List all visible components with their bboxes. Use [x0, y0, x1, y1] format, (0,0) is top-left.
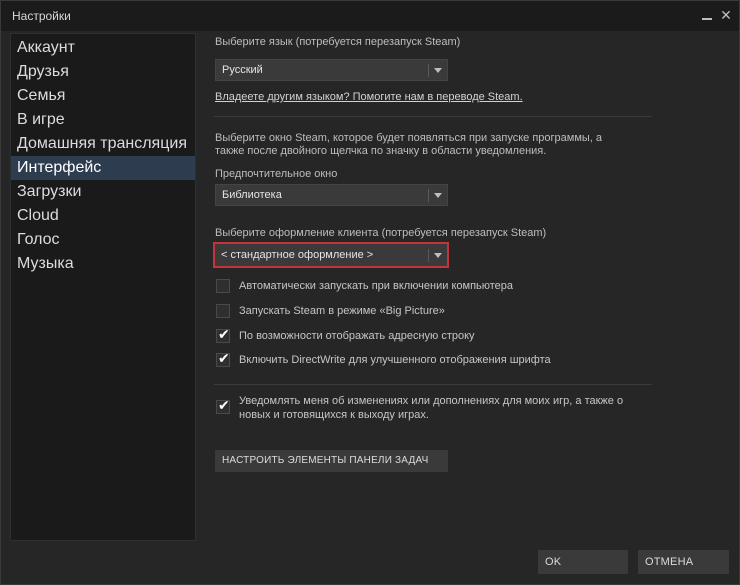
skin-value: < стандартное оформление > — [221, 249, 374, 261]
ok-button[interactable]: OK — [538, 550, 628, 574]
skin-select[interactable]: < стандартное оформление > — [213, 242, 449, 268]
divider — [214, 384, 652, 385]
checkmark-icon: ✔ — [218, 351, 230, 367]
directwrite-label: Включить DirectWrite для улучшенного ото… — [239, 354, 551, 366]
address-bar-checkbox[interactable]: ✔ — [216, 327, 230, 343]
autostart-label: Автоматически запускать при включении ко… — [239, 280, 514, 292]
startup-window-description: Выберите окно Steam, которое будет появл… — [215, 132, 603, 144]
window-title: Настройки — [12, 9, 71, 23]
sidebar-item-interface[interactable]: Интерфейс — [11, 156, 195, 180]
sidebar-item-family[interactable]: Семья — [11, 84, 195, 108]
sidebar-item-voice[interactable]: Голос — [11, 228, 195, 252]
preferred-window-label: Предпочтительное окно — [215, 168, 338, 180]
language-select[interactable]: Русский — [215, 59, 448, 81]
minimize-icon[interactable] — [699, 7, 715, 23]
title-bar[interactable]: Настройки ✕ — [1, 1, 739, 31]
skin-label: Выберите оформление клиента (потребуется… — [215, 227, 547, 239]
cancel-button[interactable]: ОТМЕНА — [638, 550, 729, 574]
address-bar-label: По возможности отображать адресную строк… — [239, 330, 475, 342]
directwrite-checkbox[interactable]: ✔ — [216, 351, 230, 367]
select-separator — [428, 189, 429, 202]
checkmark-icon: ✔ — [218, 398, 230, 414]
chevron-down-icon — [434, 193, 442, 198]
settings-sidebar: Аккаунт Друзья Семья В игре Домашняя тра… — [10, 33, 196, 541]
sidebar-item-friends[interactable]: Друзья — [11, 60, 195, 84]
sidebar-item-remote-play[interactable]: Домашняя трансляция — [11, 132, 195, 156]
divider — [214, 116, 652, 117]
notify-label: Уведомлять меня об изменениях или дополн… — [239, 395, 624, 407]
chevron-down-icon — [434, 253, 442, 258]
startup-window-description-2: также после двойного щелчка по значку в … — [215, 145, 547, 157]
sidebar-item-music[interactable]: Музыка — [11, 252, 195, 276]
sidebar-item-in-game[interactable]: В игре — [11, 108, 195, 132]
taskbar-settings-button[interactable]: НАСТРОИТЬ ЭЛЕМЕНТЫ ПАНЕЛИ ЗАДАЧ — [215, 450, 448, 472]
translation-help-link[interactable]: Владеете другим языком? Помогите нам в п… — [215, 91, 523, 103]
sidebar-item-downloads[interactable]: Загрузки — [11, 180, 195, 204]
preferred-window-value: Библиотека — [222, 189, 282, 201]
settings-window: Настройки ✕ Аккаунт Друзья Семья В игре … — [0, 0, 740, 585]
sidebar-item-account[interactable]: Аккаунт — [11, 36, 195, 60]
close-icon[interactable]: ✕ — [718, 7, 734, 23]
sidebar-item-cloud[interactable]: Cloud — [11, 204, 195, 228]
big-picture-checkbox[interactable] — [216, 304, 230, 318]
preferred-window-select[interactable]: Библиотека — [215, 184, 448, 206]
language-label: Выберите язык (потребуется перезапуск St… — [215, 36, 461, 48]
big-picture-label: Запускать Steam в режиме «Big Picture» — [239, 305, 445, 317]
select-separator — [428, 249, 429, 262]
notify-label-2: новых и готовящихся к выходу играх. — [239, 409, 429, 421]
checkmark-icon: ✔ — [218, 327, 230, 343]
interface-settings-panel: Выберите язык (потребуется перезапуск St… — [198, 31, 738, 543]
notify-checkbox[interactable]: ✔ — [216, 398, 230, 414]
select-separator — [428, 64, 429, 77]
language-value: Русский — [222, 64, 263, 76]
autostart-checkbox[interactable] — [216, 279, 230, 293]
chevron-down-icon — [434, 68, 442, 73]
